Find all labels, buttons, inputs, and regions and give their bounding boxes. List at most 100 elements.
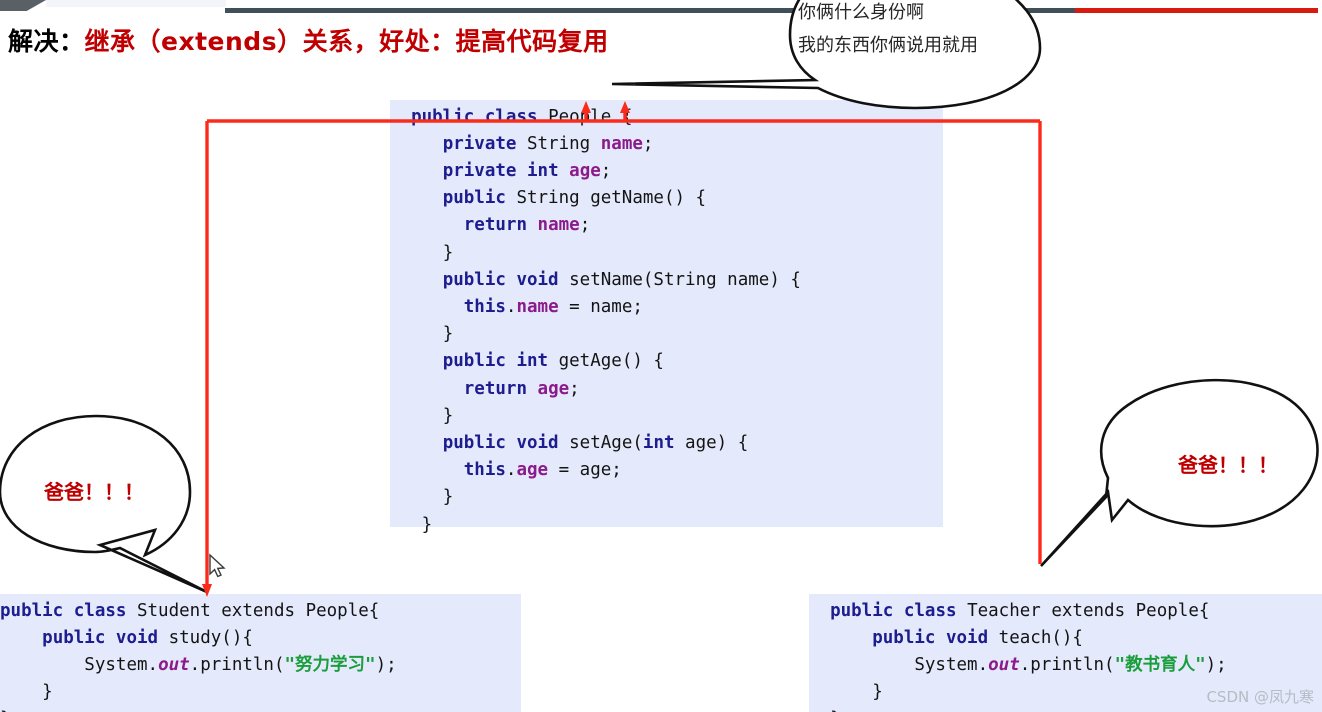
code-token: System. — [84, 654, 159, 675]
code-token: private — [442, 160, 517, 181]
code-token: } — [442, 487, 454, 508]
player-bar-background — [46, 0, 226, 7]
code-line: this.name = name; — [390, 297, 643, 317]
code-token: "努力学习" — [284, 654, 376, 675]
code-line: } — [390, 242, 454, 263]
code-token: public — [442, 432, 506, 453]
code-token: } — [442, 242, 454, 263]
code-token: name — [516, 296, 559, 317]
code-token: ); — [375, 654, 397, 675]
code-token: return — [463, 215, 527, 236]
code-line: public int getAge() { — [390, 351, 664, 371]
code-token: public — [442, 269, 506, 290]
player-corner-shape — [0, 0, 46, 11]
code-token: public — [42, 627, 106, 648]
code-line: return name; — [390, 215, 590, 235]
code-token: getAge() { — [548, 351, 664, 372]
code-line: } — [390, 514, 433, 535]
code-token: int — [516, 351, 549, 372]
code-token: void — [115, 627, 159, 648]
code-token: ; — [600, 160, 612, 181]
code-token: int — [642, 432, 675, 453]
code-token: class — [484, 106, 538, 127]
code-token: public — [442, 188, 506, 209]
code-token: this — [463, 296, 506, 317]
code-token: age — [516, 460, 549, 481]
code-token: } — [42, 682, 53, 703]
mouse-cursor — [209, 553, 226, 578]
code-token: class — [73, 600, 127, 621]
code-line: public class Student extends People{ — [0, 601, 379, 621]
code-token: } — [872, 682, 883, 703]
code-token: age) { — [674, 432, 749, 453]
code-block-people: public class People { private String nam… — [390, 99, 943, 535]
slide-canvas: 解决：继承（extends）关系，好处：提高代码复用 public class … — [0, 0, 1322, 712]
code-token: void — [516, 432, 559, 453]
page-title-emphasis: 继承（extends）关系，好处：提高代码复用 — [84, 27, 609, 56]
code-token: out — [988, 654, 1020, 675]
code-line: public void teach(){ — [809, 628, 1083, 648]
code-token: Student extends People{ — [126, 600, 380, 621]
code-line: this.age = age; — [390, 460, 622, 480]
code-token: setName(String name) { — [558, 269, 801, 290]
code-token: study(){ — [158, 627, 253, 648]
progress-bar-remaining[interactable] — [1075, 8, 1318, 13]
bubble-left-label: 爸爸！！！ — [44, 480, 144, 504]
code-line: } — [390, 405, 454, 426]
code-token: setAge( — [558, 432, 643, 453]
code-line: private int age; — [390, 160, 612, 181]
code-line: public void study(){ — [0, 628, 253, 648]
code-token: ; — [642, 133, 654, 154]
code-token: } — [421, 514, 433, 535]
code-token: String — [516, 133, 601, 154]
code-line: public class People { — [390, 107, 632, 127]
page-title-prefix: 解决： — [8, 27, 85, 56]
code-token: int — [527, 160, 559, 181]
code-token: System. — [914, 654, 989, 675]
code-token: = name; — [558, 296, 643, 317]
code-token: private — [442, 133, 517, 154]
code-token: } — [442, 405, 454, 426]
page-title: 解决：继承（extends）关系，好处：提高代码复用 — [8, 22, 609, 58]
code-token: public — [0, 600, 64, 621]
code-token: void — [945, 627, 989, 648]
code-block-student: public class Student extends People{ pub… — [0, 593, 521, 712]
code-line: public void setName(String name) { — [390, 270, 801, 290]
code-line: public class Teacher extends People{ — [809, 601, 1209, 621]
code-token: age — [569, 160, 601, 181]
code-line: } — [809, 682, 883, 702]
code-line: public String getName() { — [390, 188, 706, 208]
code-token: Teacher extends People{ — [956, 600, 1210, 621]
code-token: . — [505, 296, 517, 317]
code-token: public — [872, 627, 936, 648]
code-line: } — [390, 324, 454, 345]
code-line: System.out.println("教书育人"); — [809, 654, 1226, 675]
code-token: class — [903, 600, 957, 621]
watermark: CSDN @凤九寒 — [1206, 688, 1314, 706]
progress-bar-played[interactable] — [225, 8, 1075, 13]
code-token: } — [442, 324, 454, 345]
code-token: out — [158, 654, 190, 675]
code-line: } — [0, 682, 53, 702]
code-token: return — [463, 378, 527, 399]
code-line: public void setAge(int age) { — [390, 432, 749, 453]
code-token: String getName() { — [505, 188, 707, 209]
code-token: name — [600, 133, 643, 154]
code-token: void — [516, 269, 559, 290]
code-token: age — [537, 378, 570, 399]
code-token: ; — [579, 215, 591, 236]
bubble-right-label: 爸爸！！！ — [1178, 453, 1278, 477]
code-token: public — [442, 351, 506, 372]
code-token: public — [411, 106, 475, 127]
code-line: private String name; — [390, 133, 654, 154]
code-line: return age; — [390, 379, 580, 399]
code-line: } — [390, 487, 454, 508]
code-token: "教书育人" — [1114, 654, 1206, 675]
